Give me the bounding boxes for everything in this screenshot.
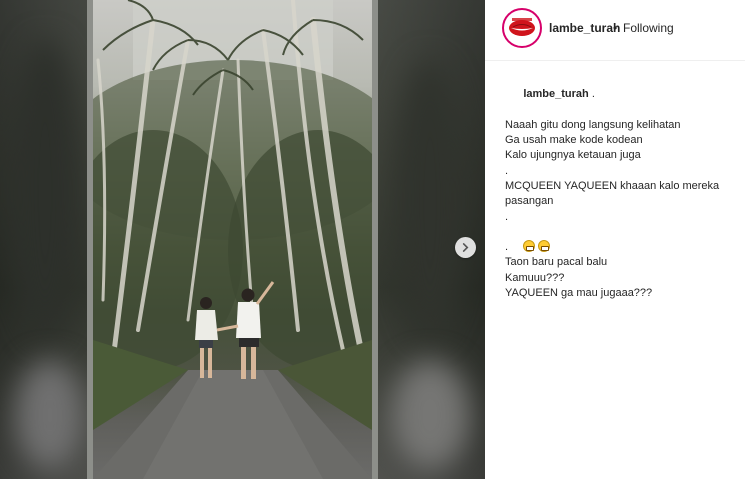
post-photo bbox=[93, 0, 372, 479]
next-media-button[interactable] bbox=[455, 237, 476, 258]
caption-line: YAQUEEN ga mau jugaaa??? bbox=[505, 286, 653, 299]
caption-emoji-line bbox=[505, 225, 737, 253]
separator-dot: • bbox=[613, 21, 618, 35]
caption-line: . bbox=[505, 210, 509, 223]
post-sidebar: lambe_turah • Following lambe_turah . Na… bbox=[485, 0, 745, 479]
caption-line: Taon baru pacal balu bbox=[505, 256, 608, 269]
palm-road-illustration bbox=[93, 0, 372, 479]
lips-logo-icon bbox=[509, 18, 535, 36]
post-media[interactable] bbox=[0, 0, 485, 479]
avatar[interactable] bbox=[502, 8, 542, 48]
caption-author-suffix: . bbox=[588, 88, 595, 101]
post-caption: lambe_turah . Naaah gitu dong langsung k… bbox=[505, 72, 737, 301]
caption-author-link[interactable]: lambe_turah bbox=[523, 88, 588, 100]
grinning-face-icon bbox=[523, 240, 536, 253]
chevron-right-icon bbox=[462, 243, 469, 252]
caption-line: Kalo ujungnya ketauan juga bbox=[505, 149, 641, 162]
following-button[interactable]: Following bbox=[623, 21, 674, 35]
grinning-face-icon bbox=[538, 240, 551, 253]
post-username-link[interactable]: lambe_turah bbox=[549, 21, 620, 35]
caption-line: MCQUEEN YAQUEEN khaaan kalo mereka bbox=[505, 180, 720, 193]
caption-line: . bbox=[505, 164, 509, 177]
caption-line: Naaah gitu dong langsung kelihatan bbox=[505, 118, 681, 131]
caption-line: pasangan bbox=[505, 195, 554, 208]
caption-line: Ga usah make kode kodean bbox=[505, 134, 643, 147]
post-header: lambe_turah • Following bbox=[485, 0, 745, 61]
photo-frame-right bbox=[372, 0, 378, 479]
caption-line: Kamuuu??? bbox=[505, 271, 565, 284]
